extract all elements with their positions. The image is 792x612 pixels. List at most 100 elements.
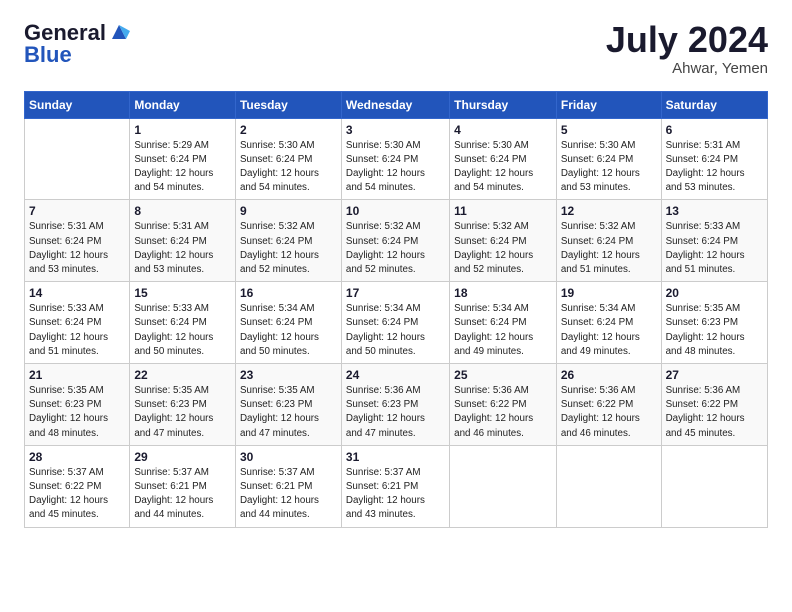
calendar-header-row: SundayMondayTuesdayWednesdayThursdayFrid… [25,91,768,118]
day-cell: 21Sunrise: 5:35 AM Sunset: 6:23 PM Dayli… [25,364,130,446]
day-cell: 14 Sunrise: 5:33 AM Sunset: 6:24 PM Dayli… [25,282,130,364]
title-block: July 2024 Ahwar, Yemen [606,20,768,77]
day-number: 9 [240,204,337,218]
day-number: 17 [346,286,445,300]
day-number: 6 [666,123,763,137]
day-info: Sunrise: 5:30 AM Sunset: 6:24 PM Dayligh… [240,139,337,196]
day-cell: 6 Sunrise: 5:31 AM Sunset: 6:24 PM Daylig… [661,118,767,200]
day-cell: 11 Sunrise: 5:32 AM Sunset: 6:24 PM Dayli… [450,200,557,282]
day-cell: 16 Sunrise: 5:34 AM Sunset: 6:24 PM Dayli… [235,282,341,364]
day-cell: 30 Sunrise: 5:37 AM Sunset: 6:21 PM Dayli… [235,445,341,527]
day-info: Sunrise: 5:32 AM Sunset: 6:24 PM Dayligh… [240,220,337,277]
day-info: Sunrise: 5:32 AM Sunset: 6:24 PM Dayligh… [454,220,552,277]
day-cell: 28Sunrise: 5:37 AM Sunset: 6:22 PM Dayli… [25,445,130,527]
week-row-3: 14 Sunrise: 5:33 AM Sunset: 6:24 PM Dayli… [25,282,768,364]
day-info: Sunrise: 5:31 AM Sunset: 6:24 PM Dayligh… [666,139,763,196]
day-cell: 29 Sunrise: 5:37 AM Sunset: 6:21 PM Dayli… [130,445,236,527]
week-row-4: 21 Sunrise: 5:35 AM Sunset: 6:23 PM Dayli… [25,364,768,446]
day-cell: 5Sunrise: 5:30 AM Sunset: 6:24 PM Daylig… [556,118,661,200]
day-info: Sunrise: 5:32 AM Sunset: 6:24 PM Dayligh… [561,220,657,277]
day-cell: 12 Sunrise: 5:32 AM Sunset: 6:24 PM Dayli… [556,200,661,282]
day-info: Sunrise: 5:35 AM Sunset: 6:23 PM Dayligh… [240,384,337,441]
location-title: Ahwar, Yemen [606,60,768,77]
day-number: 23 [240,368,337,382]
day-cell: 7 Sunrise: 5:31 AM Sunset: 6:24 PM Daylig… [25,200,130,282]
day-info: Sunrise: 5:36 AM Sunset: 6:23 PM Dayligh… [346,384,445,441]
day-cell: 20 Sunrise: 5:35 AM Sunset: 6:23 PM Dayli… [661,282,767,364]
day-cell: 9 Sunrise: 5:32 AM Sunset: 6:24 PM Daylig… [235,200,341,282]
day-number: 10 [346,204,445,218]
day-number: 19 [561,286,657,300]
day-info: Sunrise: 5:37 AM Sunset: 6:21 PM Dayligh… [346,466,445,523]
day-cell: 23 Sunrise: 5:35 AM Sunset: 6:23 PM Dayli… [235,364,341,446]
day-number: 29 [134,450,231,464]
day-info: Sunrise: 5:30 AM Sunset: 6:24 PM Dayligh… [454,139,552,196]
day-info: Sunrise: 5:37 AM Sunset: 6:21 PM Dayligh… [134,466,231,523]
day-info: Sunrise: 5:37 AM Sunset: 6:22 PM Dayligh… [29,466,125,523]
col-header-sunday: Sunday [25,91,130,118]
page-header: General Blue July 2024 Ahwar, Yemen [24,20,768,77]
day-cell [556,445,661,527]
day-cell: 4 Sunrise: 5:30 AM Sunset: 6:24 PM Daylig… [450,118,557,200]
day-info: Sunrise: 5:31 AM Sunset: 6:24 PM Dayligh… [29,220,125,277]
week-row-5: 28Sunrise: 5:37 AM Sunset: 6:22 PM Dayli… [25,445,768,527]
col-header-thursday: Thursday [450,91,557,118]
day-number: 1 [134,123,231,137]
day-cell: 19Sunrise: 5:34 AM Sunset: 6:24 PM Dayli… [556,282,661,364]
day-number: 25 [454,368,552,382]
day-cell: 24 Sunrise: 5:36 AM Sunset: 6:23 PM Dayli… [341,364,449,446]
day-cell: 31Sunrise: 5:37 AM Sunset: 6:21 PM Dayli… [341,445,449,527]
day-cell [661,445,767,527]
day-info: Sunrise: 5:34 AM Sunset: 6:24 PM Dayligh… [454,302,552,359]
day-number: 21 [29,368,125,382]
day-info: Sunrise: 5:33 AM Sunset: 6:24 PM Dayligh… [666,220,763,277]
day-info: Sunrise: 5:33 AM Sunset: 6:24 PM Dayligh… [29,302,125,359]
week-row-1: 1 Sunrise: 5:29 AM Sunset: 6:24 PM Daylig… [25,118,768,200]
day-info: Sunrise: 5:35 AM Sunset: 6:23 PM Dayligh… [666,302,763,359]
col-header-tuesday: Tuesday [235,91,341,118]
day-info: Sunrise: 5:36 AM Sunset: 6:22 PM Dayligh… [666,384,763,441]
day-cell [25,118,130,200]
day-number: 30 [240,450,337,464]
day-number: 22 [134,368,231,382]
day-cell: 18Sunrise: 5:34 AM Sunset: 6:24 PM Dayli… [450,282,557,364]
day-number: 12 [561,204,657,218]
day-number: 11 [454,204,552,218]
day-number: 3 [346,123,445,137]
day-number: 4 [454,123,552,137]
day-info: Sunrise: 5:31 AM Sunset: 6:24 PM Dayligh… [134,220,231,277]
col-header-monday: Monday [130,91,236,118]
calendar-table: SundayMondayTuesdayWednesdayThursdayFrid… [24,91,768,528]
day-info: Sunrise: 5:29 AM Sunset: 6:24 PM Dayligh… [134,139,231,196]
day-cell: 22 Sunrise: 5:35 AM Sunset: 6:23 PM Dayli… [130,364,236,446]
day-info: Sunrise: 5:36 AM Sunset: 6:22 PM Dayligh… [454,384,552,441]
day-info: Sunrise: 5:35 AM Sunset: 6:23 PM Dayligh… [134,384,231,441]
col-header-saturday: Saturday [661,91,767,118]
day-cell: 8 Sunrise: 5:31 AM Sunset: 6:24 PM Daylig… [130,200,236,282]
day-number: 16 [240,286,337,300]
day-cell: 3Sunrise: 5:30 AM Sunset: 6:24 PM Daylig… [341,118,449,200]
day-info: Sunrise: 5:34 AM Sunset: 6:24 PM Dayligh… [240,302,337,359]
col-header-friday: Friday [556,91,661,118]
day-cell: 13Sunrise: 5:33 AM Sunset: 6:24 PM Dayli… [661,200,767,282]
day-number: 20 [666,286,763,300]
day-number: 8 [134,204,231,218]
day-number: 7 [29,204,125,218]
day-info: Sunrise: 5:30 AM Sunset: 6:24 PM Dayligh… [561,139,657,196]
logo: General Blue [24,20,130,68]
day-info: Sunrise: 5:32 AM Sunset: 6:24 PM Dayligh… [346,220,445,277]
day-info: Sunrise: 5:34 AM Sunset: 6:24 PM Dayligh… [346,302,445,359]
day-number: 15 [134,286,231,300]
day-number: 27 [666,368,763,382]
day-cell: 26Sunrise: 5:36 AM Sunset: 6:22 PM Dayli… [556,364,661,446]
day-cell: 15 Sunrise: 5:33 AM Sunset: 6:24 PM Dayli… [130,282,236,364]
day-number: 24 [346,368,445,382]
day-number: 14 [29,286,125,300]
day-cell: 17 Sunrise: 5:34 AM Sunset: 6:24 PM Dayli… [341,282,449,364]
day-cell: 25 Sunrise: 5:36 AM Sunset: 6:22 PM Dayli… [450,364,557,446]
day-info: Sunrise: 5:36 AM Sunset: 6:22 PM Dayligh… [561,384,657,441]
day-info: Sunrise: 5:33 AM Sunset: 6:24 PM Dayligh… [134,302,231,359]
logo-icon [108,21,130,43]
day-info: Sunrise: 5:37 AM Sunset: 6:21 PM Dayligh… [240,466,337,523]
month-title: July 2024 [606,20,768,60]
